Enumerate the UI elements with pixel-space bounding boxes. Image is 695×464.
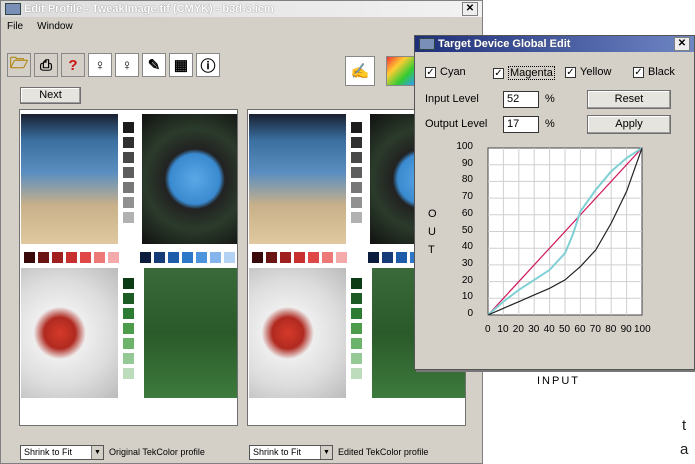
original-image-pane	[19, 109, 238, 426]
green-swatch	[351, 293, 362, 304]
green-swatch	[123, 338, 134, 349]
left-fit-select[interactable]: Shrink to Fit ▼	[20, 445, 104, 460]
green-swatch	[351, 353, 362, 364]
info-icon[interactable]: ⓘ	[196, 53, 220, 77]
menu-file[interactable]: File	[7, 21, 23, 32]
red-swatch	[24, 252, 35, 263]
red-swatch	[308, 252, 319, 263]
help-icon[interactable]: ?	[61, 53, 85, 77]
blue-swatch	[210, 252, 221, 263]
window-title: Edit Profile - TweakImage.tif (CMYK) - b…	[24, 3, 274, 15]
printer-icon[interactable]: ⎙	[34, 53, 58, 77]
green-swatch	[351, 338, 362, 349]
blue-swatch	[382, 252, 393, 263]
gray-swatch	[351, 212, 362, 223]
green-swatch	[351, 308, 362, 319]
red-swatch	[108, 252, 119, 263]
gray-swatch	[123, 197, 134, 208]
gray-swatch	[123, 122, 134, 133]
city-photo	[142, 114, 237, 244]
gray-swatch	[123, 137, 134, 148]
grid-icon[interactable]: ▦	[169, 53, 193, 77]
blue-swatch	[182, 252, 193, 263]
golfer-photo	[144, 268, 237, 398]
curve-chart[interactable]	[415, 36, 695, 371]
red-swatch	[38, 252, 49, 263]
right-caption: Edited TekColor profile	[338, 447, 429, 457]
page-fragment-t: t	[682, 417, 687, 434]
green-swatch	[123, 308, 134, 319]
gray-swatch	[351, 122, 362, 133]
red-swatch	[280, 252, 291, 263]
edit-profile-window: Edit Profile - TweakImage.tif (CMYK) - b…	[0, 0, 483, 464]
gray-swatch	[351, 182, 362, 193]
green-swatch	[123, 293, 134, 304]
folder-open-icon[interactable]: 🗁	[7, 53, 31, 77]
x-axis-label: INPUT	[537, 375, 580, 387]
blue-swatch	[154, 252, 165, 263]
curve-tool-icon[interactable]: ✍	[345, 56, 375, 86]
pin-icon[interactable]: ♀	[88, 53, 112, 77]
page-fragment-a: a	[680, 441, 689, 458]
red-swatch	[252, 252, 263, 263]
red-swatch	[294, 252, 305, 263]
beach-photo	[21, 114, 118, 244]
blue-swatch	[396, 252, 407, 263]
blue-swatch	[168, 252, 179, 263]
green-swatch	[351, 368, 362, 379]
target-device-global-edit-dialog: Target Device Global Edit ✕ ✓ Cyan ✓ Magen…	[414, 35, 695, 387]
color-grid-icon[interactable]	[386, 56, 416, 86]
gray-swatch	[351, 167, 362, 178]
left-caption: Original TekColor profile	[109, 447, 205, 457]
menu-window[interactable]: Window	[37, 21, 73, 32]
eyedropper-icon[interactable]: ✎	[142, 53, 166, 77]
blue-swatch	[224, 252, 235, 263]
toolbar: 🗁 ⎙ ? ♀ ♀ ✎ ▦ ⓘ	[7, 53, 220, 77]
blue-swatch	[140, 252, 151, 263]
red-swatch	[52, 252, 63, 263]
green-swatch	[123, 323, 134, 334]
gray-swatch	[123, 167, 134, 178]
red-swatch	[94, 252, 105, 263]
gray-swatch	[351, 197, 362, 208]
beach-photo	[249, 114, 346, 244]
blue-swatch	[196, 252, 207, 263]
gray-swatch	[123, 212, 134, 223]
green-swatch	[351, 323, 362, 334]
main-titlebar: Edit Profile - TweakImage.tif (CMYK) - b…	[1, 1, 482, 17]
pin-outline-icon[interactable]: ♀	[115, 53, 139, 77]
green-swatch	[123, 278, 134, 289]
close-icon[interactable]: ✕	[462, 2, 478, 16]
dessert-photo	[249, 268, 346, 398]
gray-swatch	[123, 182, 134, 193]
next-button[interactable]: Next	[20, 87, 81, 104]
red-swatch	[266, 252, 277, 263]
app-icon	[5, 3, 21, 15]
gray-swatch	[351, 137, 362, 148]
red-swatch	[322, 252, 333, 263]
green-swatch	[123, 368, 134, 379]
red-swatch	[336, 252, 347, 263]
red-swatch	[66, 252, 77, 263]
red-swatch	[80, 252, 91, 263]
right-fit-select[interactable]: Shrink to Fit ▼	[249, 445, 333, 460]
green-swatch	[351, 278, 362, 289]
gray-swatch	[123, 152, 134, 163]
menu-bar: File Window	[1, 18, 482, 34]
green-swatch	[123, 353, 134, 364]
gray-swatch	[351, 152, 362, 163]
dessert-photo	[21, 268, 118, 398]
blue-swatch	[368, 252, 379, 263]
